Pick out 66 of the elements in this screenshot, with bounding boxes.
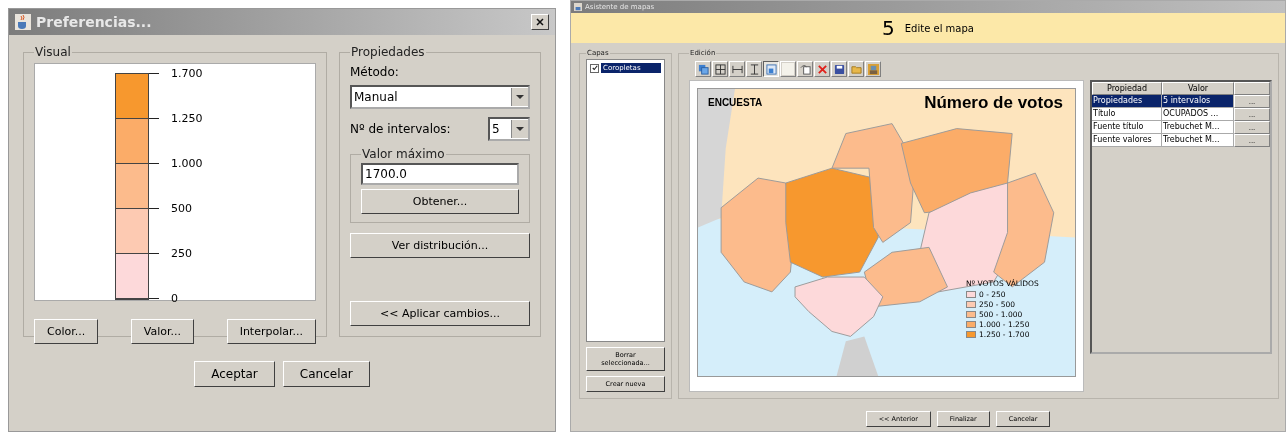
delete-icon <box>816 63 828 75</box>
column-header: Propiedad <box>1092 82 1162 95</box>
image-icon <box>765 63 777 75</box>
folder-icon <box>850 63 862 75</box>
save-icon <box>833 63 845 75</box>
grid-icon <box>714 63 726 75</box>
table-row[interactable]: Propiedades 5 intervalos ... <box>1092 95 1270 108</box>
map-title: Número de votos <box>924 93 1063 113</box>
dialog-button[interactable]: Cancelar <box>282 361 370 387</box>
field-label: Nº de intervalos: <box>350 122 451 136</box>
table-cell: 5 intervalos <box>1162 95 1234 108</box>
table-row[interactable]: Título OCUPADOS ... ... <box>1092 108 1270 121</box>
table-cell: Propiedades <box>1092 95 1162 108</box>
method-dropdown[interactable]: Manual <box>350 85 530 109</box>
check-icon <box>591 65 598 71</box>
cup-icon <box>15 14 31 30</box>
scale-label: 250 <box>171 246 192 260</box>
pages-icon <box>697 63 709 75</box>
ellipsis-button[interactable]: ... <box>1234 108 1270 121</box>
app-icon <box>574 3 582 11</box>
scale-label: 1.700 <box>171 66 203 80</box>
scale-label: 0 <box>171 291 178 305</box>
width-icon <box>731 63 743 75</box>
dialog-button[interactable]: Color... <box>34 319 99 344</box>
intervals-dropdown[interactable]: 5 <box>488 117 530 141</box>
tick-mark <box>149 162 159 164</box>
tick-mark <box>149 117 159 119</box>
dialog-button[interactable]: Valor... <box>130 319 195 344</box>
table-cell: Fuente valores <box>1092 134 1162 147</box>
distribution-button[interactable]: Ver distribución... <box>350 233 530 258</box>
map-subtitle: ENCUESTA <box>708 97 763 108</box>
checkbox[interactable] <box>590 63 599 73</box>
group-title: Valor máximo <box>361 147 446 161</box>
max-value-field[interactable]: 1700.0 <box>361 163 519 185</box>
table-row[interactable]: Fuente título Trebuchet M... ... <box>1092 121 1270 134</box>
scale-label: 500 <box>171 201 192 215</box>
dialog-button[interactable]: Aceptar <box>194 361 275 387</box>
header-cell <box>1234 82 1270 95</box>
step-number: 5 <box>882 16 895 40</box>
tool-button[interactable] <box>763 61 779 77</box>
ellipsis-button[interactable]: ... <box>1234 134 1270 147</box>
scale-label: 1.250 <box>171 111 203 125</box>
dialog-button[interactable]: Interpolar... <box>226 319 316 344</box>
close-button[interactable] <box>531 14 549 30</box>
ellipsis-button[interactable]: ... <box>1234 95 1270 108</box>
ellipsis-button[interactable]: ... <box>1234 121 1270 134</box>
tick-mark <box>149 72 159 74</box>
dropdown-arrow-icon <box>516 127 524 131</box>
tick-mark <box>149 297 159 299</box>
tick-mark <box>149 207 159 209</box>
scale-label: 1.000 <box>171 156 203 170</box>
step-title: Edite el mapa <box>904 22 974 34</box>
tick-mark <box>149 252 159 254</box>
table-row[interactable]: Fuente valores Trebuchet M... ... <box>1092 134 1270 147</box>
undo-icon <box>799 63 811 75</box>
dropdown-arrow-icon <box>516 95 524 99</box>
robot-icon <box>867 63 879 75</box>
get-button[interactable]: Obtener... <box>361 189 519 214</box>
field-label: Método: <box>350 65 400 79</box>
group-title: Propiedades <box>350 45 426 59</box>
window-title: Preferencias... <box>36 14 153 30</box>
column-header: Valor <box>1162 82 1234 95</box>
close-icon <box>536 18 544 26</box>
group-title: Visual <box>34 45 72 59</box>
height-icon <box>748 63 760 75</box>
apply-button[interactable]: << Aplicar cambios... <box>350 301 530 326</box>
